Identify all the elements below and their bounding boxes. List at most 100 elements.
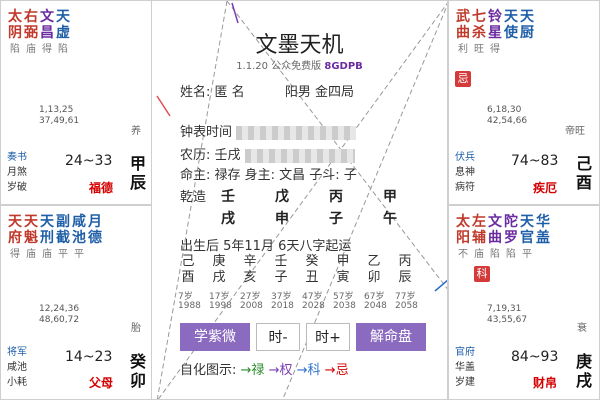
star-column: 武 曲利 bbox=[455, 9, 471, 56]
palace-cell-fumu[interactable]: 天 府得天 魁庙天 刑庙副 截平咸 池平月 德 12,24,36 48,60,72… bbox=[0, 205, 152, 400]
minor-star-1: 将军 bbox=[7, 347, 27, 358]
star-name: 天 魁 bbox=[24, 214, 38, 246]
star-brightness: 陷 bbox=[490, 249, 500, 260]
dayun-stem: 甲 bbox=[336, 254, 350, 269]
star-brightness: 旺 bbox=[474, 44, 484, 55]
center-info-panel: 文墨天机 1.1.20 公众免费版 8GDPB 姓名: 匿 名 阳男 金四局 钟… bbox=[151, 0, 448, 400]
star-name: 陀 罗 bbox=[504, 214, 518, 246]
dayun-branch: 辰 bbox=[398, 270, 412, 285]
hua-ji-badge: 忌 bbox=[455, 71, 471, 87]
life-stage: 养 bbox=[131, 126, 141, 137]
clock-time-line: 钟表时间 bbox=[180, 121, 357, 140]
star-group: 太 阴陷右 弼庙文 昌得天 虚陷 bbox=[7, 9, 71, 56]
star-column: 副 截平 bbox=[55, 214, 71, 261]
life-stage: 胎 bbox=[131, 323, 141, 334]
hour-minus-button[interactable]: 时- bbox=[256, 323, 300, 351]
star-brightness: 得 bbox=[490, 44, 500, 55]
star-name: 月 德 bbox=[88, 214, 102, 246]
day-stem: 丙 bbox=[329, 189, 343, 205]
star-brightness: 得 bbox=[10, 249, 20, 260]
star-column: 文 曲陷 bbox=[487, 214, 503, 261]
legend-quan: →权 bbox=[268, 363, 293, 378]
dayun-branch: 卯 bbox=[367, 270, 381, 285]
dayun-year: 1988 bbox=[178, 301, 201, 311]
stem-branch: 己酉 bbox=[575, 154, 592, 192]
star-name: 天 使 bbox=[504, 9, 518, 41]
minor-star-2: 华盖 bbox=[455, 362, 475, 373]
hour-branch: 午 bbox=[383, 211, 397, 227]
star-name: 文 曲 bbox=[488, 214, 502, 246]
star-brightness: 平 bbox=[74, 249, 84, 260]
star-name: 七 杀 bbox=[472, 9, 486, 41]
minor-star-2: 月煞 bbox=[7, 167, 27, 178]
age-list: 6,18,30 42,54,66 bbox=[487, 105, 528, 126]
dayun-branch: 亥 bbox=[243, 270, 257, 285]
year-branch: 戌 bbox=[221, 211, 235, 227]
legend-ji: →忌 bbox=[324, 363, 349, 378]
star-name: 天 府 bbox=[8, 214, 22, 246]
self-hua-legend: 自化图示: →禄 →权 →科 →忌 bbox=[180, 363, 349, 378]
star-column: 天 官平 bbox=[519, 214, 535, 261]
decade-range: 24~33 bbox=[65, 153, 113, 169]
star-column: 咸 池平 bbox=[71, 214, 87, 261]
star-brightness: 平 bbox=[522, 249, 532, 260]
star-brightness: 陷 bbox=[10, 44, 20, 55]
star-column: 太 阴陷 bbox=[7, 9, 23, 56]
minor-star-2: 咸池 bbox=[7, 362, 27, 373]
palace-cell-fude[interactable]: 太 阴陷右 弼庙文 昌得天 虚陷 1,13,25 37,49,61 养 奏书 月煞… bbox=[0, 0, 152, 205]
minor-star-1: 伏兵 bbox=[455, 152, 475, 163]
age-list: 7,19,31 43,55,67 bbox=[487, 304, 528, 325]
life-stage: 衰 bbox=[577, 323, 587, 334]
luck-start-line: 出生后 5年11月 6天八字起运 bbox=[180, 239, 352, 254]
legend-ke: →科 bbox=[296, 363, 321, 378]
stem-branch: 庚戌 bbox=[575, 352, 592, 390]
dayun-stem: 己 bbox=[181, 254, 195, 269]
star-group: 天 府得天 魁庙天 刑庙副 截平咸 池平月 德 bbox=[7, 214, 103, 261]
app-title: 文墨天机 bbox=[255, 33, 344, 58]
star-name: 咸 池 bbox=[72, 214, 86, 246]
ziwei-chart: 太 阴陷右 弼庙文 昌得天 虚陷 1,13,25 37,49,61 养 奏书 月煞… bbox=[0, 0, 600, 400]
minor-star-3: 小耗 bbox=[7, 377, 27, 388]
star-name: 右 弼 bbox=[24, 9, 38, 41]
minor-star-3: 病符 bbox=[455, 182, 475, 193]
minor-star-1: 奏书 bbox=[7, 152, 27, 163]
life-stage: 帝旺 bbox=[565, 126, 585, 137]
dayun-year: 2008 bbox=[240, 301, 263, 311]
legend-lu: →禄 bbox=[240, 363, 265, 378]
star-brightness: 利 bbox=[458, 44, 468, 55]
star-name: 太 阴 bbox=[8, 9, 22, 41]
dayun-branch: 丑 bbox=[305, 270, 319, 285]
palace-name: 财帛 bbox=[533, 376, 558, 390]
star-name: 华 盖 bbox=[536, 214, 550, 246]
learn-ziwei-button[interactable]: 学紫微 bbox=[180, 323, 250, 351]
palace-cell-jie[interactable]: 武 曲利七 杀旺铃 星得天 使天 厨 忌 6,18,30 42,54,66 帝旺 … bbox=[448, 0, 600, 205]
minor-star-1: 官府 bbox=[455, 347, 475, 358]
master-line: 命主: 禄存 身主: 文昌 子斗: 子 bbox=[180, 168, 357, 183]
star-name: 天 官 bbox=[520, 214, 534, 246]
stem-branch: 甲辰 bbox=[129, 154, 146, 192]
interpret-chart-button[interactable]: 解命盘 bbox=[356, 323, 426, 351]
dayun-year: 2048 bbox=[364, 301, 387, 311]
decade-range: 14~23 bbox=[65, 349, 113, 365]
palace-cell-caibo[interactable]: 太 阳不左 辅庙文 曲陷陀 罗陷天 官平华 盖 科 7,19,31 43,55,6… bbox=[448, 205, 600, 400]
star-column: 天 刑庙 bbox=[39, 214, 55, 261]
palace-name: 疾厄 bbox=[533, 181, 558, 195]
star-column: 陀 罗陷 bbox=[503, 214, 519, 261]
stem-branch: 癸卯 bbox=[129, 352, 146, 390]
star-name: 文 昌 bbox=[40, 9, 54, 41]
dayun-stem: 庚 bbox=[212, 254, 226, 269]
star-brightness: 陷 bbox=[58, 44, 68, 55]
star-column: 天 厨 bbox=[519, 9, 535, 56]
star-brightness: 不 bbox=[458, 249, 468, 260]
dayun-branch: 戌 bbox=[212, 270, 226, 285]
dayun-stem: 乙 bbox=[367, 254, 381, 269]
age-list: 12,24,36 48,60,72 bbox=[39, 304, 80, 325]
star-brightness: 平 bbox=[58, 249, 68, 260]
dayun-year: 2038 bbox=[333, 301, 356, 311]
hour-plus-button[interactable]: 时+ bbox=[306, 323, 350, 351]
star-name: 武 曲 bbox=[456, 9, 470, 41]
star-column: 右 弼庙 bbox=[23, 9, 39, 56]
day-branch: 子 bbox=[329, 211, 343, 227]
hua-ke-badge: 科 bbox=[474, 266, 490, 282]
dayun-year: 1998 bbox=[209, 301, 232, 311]
